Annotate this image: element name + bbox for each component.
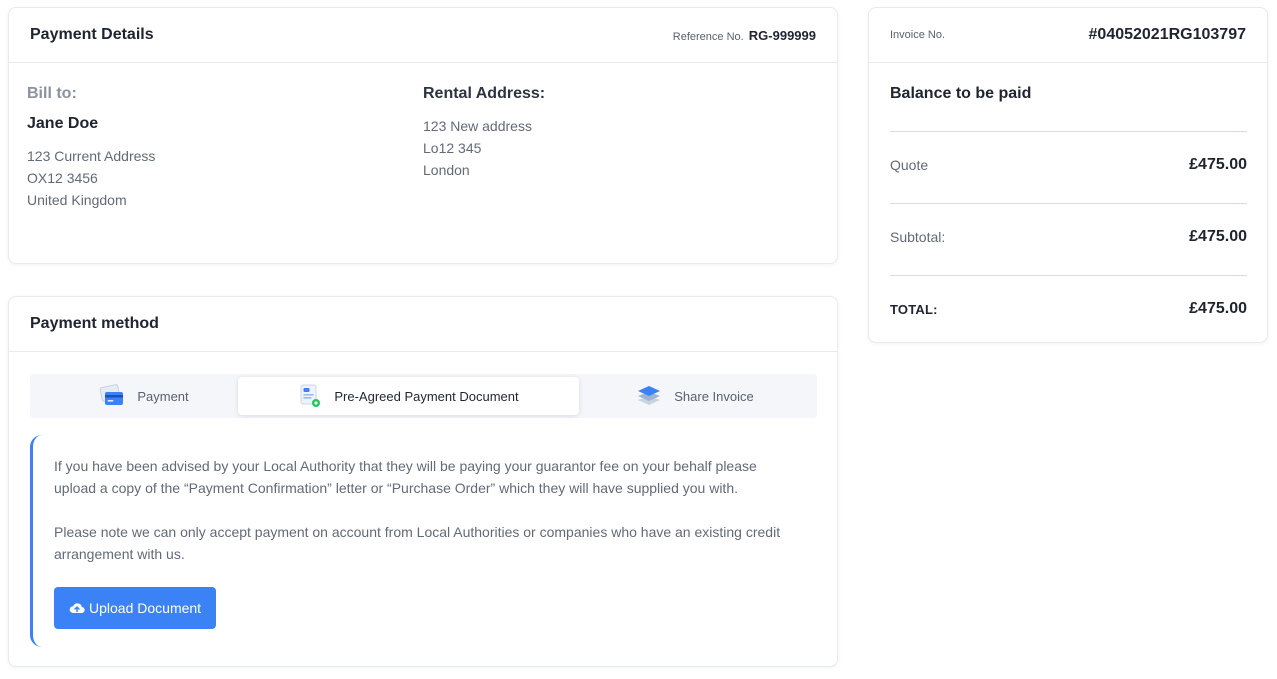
bill-to-name: Jane Doe	[27, 115, 99, 132]
total-row: TOTAL: £475.00	[890, 300, 1247, 318]
tab-share-invoice[interactable]: Share Invoice	[620, 377, 770, 415]
rental-address-section: Rental Address: 123 New address Lo12 345…	[423, 85, 819, 211]
bill-to-section: Bill to: Jane Doe 123 Current Address OX…	[27, 85, 423, 211]
payment-method-title: Payment method	[30, 315, 159, 332]
rental-address-line: London	[423, 162, 470, 178]
invoice-number: #04052021RG103797	[1088, 26, 1246, 43]
divider	[890, 203, 1247, 204]
payment-method-header: Payment method	[9, 297, 837, 352]
rental-address-line: Lo12 345	[423, 140, 482, 156]
payment-details-header: Payment Details Reference No. RG-999999	[9, 8, 837, 63]
payment-details-title: Payment Details	[30, 26, 154, 43]
bill-to-heading: Bill to:	[27, 85, 77, 102]
tab-pre-agreed-payment-document[interactable]: Pre-Agreed Payment Document	[238, 377, 579, 415]
subtotal-row: Subtotal: £475.00	[890, 228, 1247, 246]
reference-value: RG-999999	[748, 27, 816, 43]
payment-method-tabs: Payment Pre-Agreed Payment Document Shar…	[30, 374, 817, 418]
pre-agreed-info-panel: If you have been advised by your Local A…	[30, 435, 817, 647]
quote-value: £475.00	[1189, 156, 1247, 173]
tab-share-invoice-label: Share Invoice	[674, 388, 754, 404]
rental-address-line: 123 New address	[423, 118, 532, 134]
reference-number: Reference No. RG-999999	[673, 28, 816, 43]
divider	[890, 275, 1247, 276]
upload-document-button[interactable]: Upload Document	[54, 587, 217, 629]
quote-row: Quote £475.00	[890, 156, 1247, 174]
rental-address-heading: Rental Address:	[423, 85, 546, 102]
invoice-summary-card: Invoice No. #04052021RG103797 Balance to…	[868, 7, 1268, 343]
info-paragraph: Please note we can only accept payment o…	[54, 524, 781, 562]
subtotal-value: £475.00	[1189, 228, 1247, 245]
subtotal-label: Subtotal:	[890, 229, 946, 245]
layers-icon	[636, 384, 662, 408]
total-label: TOTAL:	[890, 301, 938, 317]
quote-label: Quote	[890, 157, 929, 173]
total-value: £475.00	[1189, 300, 1247, 317]
invoice-header: Invoice No. #04052021RG103797	[869, 8, 1267, 63]
tab-payment[interactable]: Payment	[84, 377, 204, 415]
upload-document-label: Upload Document	[89, 600, 202, 616]
divider	[890, 131, 1247, 132]
payment-method-card: Payment method Payment Pre-Agreed Paymen…	[8, 296, 838, 667]
document-icon	[298, 383, 322, 409]
cloud-upload-icon	[69, 601, 85, 615]
credit-card-icon	[99, 384, 125, 408]
tab-pre-agreed-label: Pre-Agreed Payment Document	[334, 388, 519, 404]
bill-to-address-line: 123 Current Address	[27, 148, 156, 164]
invoice-label: Invoice No.	[890, 29, 946, 41]
bill-to-address-line: United Kingdom	[27, 192, 127, 208]
info-paragraph: If you have been advised by your Local A…	[54, 458, 757, 496]
tab-payment-label: Payment	[137, 388, 189, 404]
reference-label: Reference No.	[672, 30, 744, 43]
bill-to-address-line: OX12 3456	[27, 170, 98, 186]
payment-details-card: Payment Details Reference No. RG-999999 …	[8, 7, 838, 264]
balance-heading: Balance to be paid	[890, 85, 1032, 102]
